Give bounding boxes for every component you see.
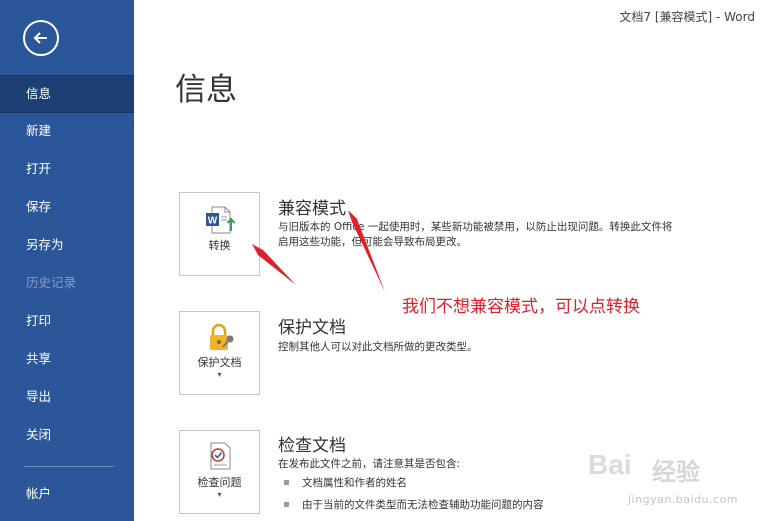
annotation-arrow-compat	[348, 210, 385, 292]
annotation-arrows	[252, 210, 385, 292]
baidu-watermark-url: jingyan.baidu.com	[628, 493, 739, 506]
baidu-watermark-brand: 经验	[652, 458, 700, 486]
baidu-watermark-logo: Bai	[588, 449, 632, 480]
annotation-text: 我们不想兼容模式，可以点转换	[402, 297, 640, 317]
annotation-arrow-convert	[252, 244, 296, 285]
